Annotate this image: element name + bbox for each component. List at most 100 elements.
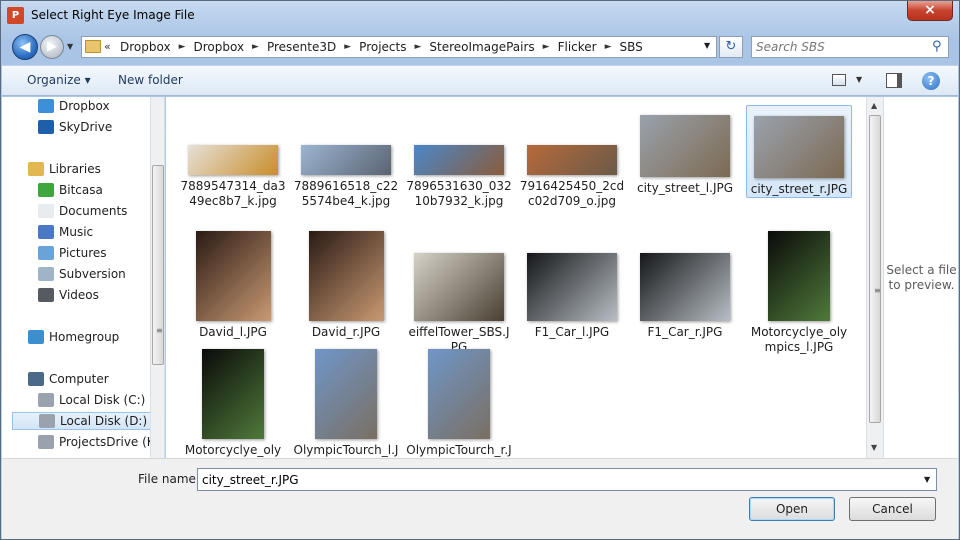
scroll-up-icon[interactable]: ▲ <box>871 101 877 110</box>
file-item[interactable]: city_street_r.JPG <box>746 105 852 198</box>
file-thumbnail <box>308 231 384 321</box>
dropbox-icon <box>38 99 54 113</box>
nav-item-subversion[interactable]: Subversion <box>38 265 126 283</box>
breadcrumb-separator-icon[interactable]: ► <box>414 40 421 54</box>
nav-item-computer[interactable]: Computer <box>28 370 109 388</box>
file-item[interactable]: 7889616518_c225574be4_k.jpg <box>293 105 399 209</box>
nav-item-videos[interactable]: Videos <box>38 286 99 304</box>
nav-item-label: SkyDrive <box>59 120 113 134</box>
organize-button[interactable]: Organize ▾ <box>27 73 91 87</box>
preview-pane-icon[interactable] <box>886 73 902 88</box>
navigation-pane: ProjectsDrive (K:) Local Disk (D:) Local D… <box>2 97 165 458</box>
nav-item-local-disk-d[interactable]: Local Disk (D:) <box>12 412 160 430</box>
refresh-button[interactable]: ↻ <box>719 36 743 58</box>
nav-item-music[interactable]: Music <box>38 223 93 241</box>
nav-item-homegroup[interactable]: Homegroup <box>28 328 119 346</box>
breadcrumb-separator-icon[interactable]: ► <box>344 40 351 54</box>
file-item[interactable]: OlympicTourch_l.JPG <box>293 349 399 458</box>
file-item[interactable]: David_l.JPG <box>180 217 286 340</box>
file-dialog: P Select Right Eye Image File × ◀ ▶ ▼ « … <box>0 0 960 540</box>
back-button[interactable]: ◀ <box>12 34 38 60</box>
breadcrumb-item[interactable]: StereoImagePairs <box>429 40 534 54</box>
search-box[interactable]: ⚲ <box>751 36 949 58</box>
file-item[interactable]: 7896531630_03210b7932_k.jpg <box>406 105 512 209</box>
nav-item-label: Pictures <box>59 246 107 260</box>
file-item[interactable]: Motorcyclye_olympics_r.JPG <box>180 349 286 458</box>
file-item[interactable]: F1_Car_l.JPG <box>519 217 625 340</box>
change-view-icon[interactable] <box>832 74 846 86</box>
preview-pane: Select a file to preview. <box>883 97 958 458</box>
breadcrumb-separator-icon[interactable]: ► <box>252 40 259 54</box>
nav-item-projectsdrive-k[interactable]: ProjectsDrive (K:) <box>38 433 163 451</box>
disk-k-icon <box>38 435 54 449</box>
breadcrumb-separator-icon[interactable]: ► <box>543 40 550 54</box>
nav-item-documents[interactable]: Documents <box>38 202 127 220</box>
nav-item-libraries[interactable]: Libraries <box>28 160 101 178</box>
address-bar[interactable]: « Dropbox ► Dropbox ► Presente3D ► Projects ► St… <box>81 36 717 58</box>
file-name: OlympicTourch_l.JPG <box>293 443 399 457</box>
breadcrumb-separator-icon[interactable]: ► <box>179 40 186 54</box>
breadcrumb-separator-icon[interactable]: ► <box>605 40 612 54</box>
breadcrumb-overflow[interactable]: « <box>104 40 111 53</box>
window-title: Select Right Eye Image File <box>31 8 195 22</box>
forward-button[interactable]: ▶ <box>40 35 64 59</box>
powerpoint-icon: P <box>7 7 24 24</box>
open-button[interactable]: Open <box>749 497 835 521</box>
file-name-combobox[interactable]: ▼ <box>197 468 937 491</box>
breadcrumb-item[interactable]: Presente3D <box>267 40 336 54</box>
file-name-dropdown-icon[interactable]: ▼ <box>924 475 930 484</box>
documents-icon <box>38 204 54 218</box>
grip-icon: ≡ <box>874 286 881 295</box>
close-button[interactable]: × <box>907 1 953 21</box>
file-item[interactable]: F1_Car_r.JPG <box>632 217 738 340</box>
file-name: 7896531630_03210b7932_k.jpg <box>406 179 512 208</box>
file-item[interactable]: OlympicTourch_r.JPG <box>406 349 512 458</box>
videos-icon <box>38 288 54 302</box>
help-icon[interactable]: ? <box>922 72 940 90</box>
breadcrumb-item[interactable]: Projects <box>359 40 406 54</box>
new-folder-button[interactable]: New folder <box>118 73 183 87</box>
breadcrumb-item[interactable]: Dropbox <box>193 40 244 54</box>
breadcrumb-item[interactable]: SBS <box>620 40 643 54</box>
address-dropdown-icon[interactable]: ▼ <box>704 41 710 50</box>
file-item[interactable]: David_r.JPG <box>293 217 399 340</box>
file-thumbnail <box>414 145 504 175</box>
navigation-scroll-thumb[interactable]: ≡ <box>152 165 164 365</box>
nav-item-label: Subversion <box>59 267 126 281</box>
breadcrumb-item[interactable]: Flicker <box>558 40 597 54</box>
nav-item-pictures[interactable]: Pictures <box>38 244 107 262</box>
breadcrumb-item[interactable]: Dropbox <box>120 40 171 54</box>
homegroup-icon <box>28 330 44 344</box>
file-item[interactable]: Motorcyclye_olympics_l.JPG <box>746 217 852 355</box>
view-dropdown-icon[interactable]: ▼ <box>856 75 862 84</box>
file-name: Motorcyclye_olympics_l.JPG <box>750 325 848 354</box>
nav-item-label: Bitcasa <box>59 183 103 197</box>
music-icon <box>38 225 54 239</box>
search-input[interactable] <box>756 39 926 55</box>
navigation-scrollbar[interactable]: ≡ <box>150 97 164 458</box>
nav-item-label: Local Disk (D:) <box>60 414 148 428</box>
file-thumbnail <box>527 145 617 175</box>
file-item[interactable]: city_street_l.JPG <box>632 105 738 196</box>
file-list-scroll-thumb[interactable]: ≡ <box>869 115 881 423</box>
file-thumbnail <box>414 253 504 321</box>
nav-item-bitcasa[interactable]: Bitcasa <box>38 181 103 199</box>
file-name: David_r.JPG <box>311 325 381 339</box>
file-item[interactable]: eiffelTower_SBS.JPG <box>406 217 512 355</box>
scroll-down-icon[interactable]: ▼ <box>871 443 877 452</box>
recent-locations-icon[interactable]: ▼ <box>67 42 73 51</box>
nav-item-dropbox[interactable]: Dropbox <box>38 97 110 115</box>
nav-item-skydrive[interactable]: SkyDrive <box>38 118 112 136</box>
nav-item-local-disk-c[interactable]: Local Disk (C:) <box>38 391 145 409</box>
command-toolbar: Organize ▾ New folder ▼ ? <box>2 65 958 96</box>
file-thumbnail <box>202 349 264 439</box>
nav-item-label: Local Disk (C:) <box>59 393 146 407</box>
search-icon[interactable]: ⚲ <box>932 39 942 54</box>
file-thumbnail <box>527 253 617 321</box>
file-item[interactable]: 7889547314_da349ec8b7_k.jpg <box>180 105 286 209</box>
file-name-field[interactable] <box>202 472 902 487</box>
pictures-icon <box>38 246 54 260</box>
file-list-scrollbar[interactable]: ▲ ≡ ▼ <box>866 97 883 458</box>
file-item[interactable]: 7916425450_2cdc02d709_o.jpg <box>519 105 625 209</box>
cancel-button[interactable]: Cancel <box>849 497 936 521</box>
